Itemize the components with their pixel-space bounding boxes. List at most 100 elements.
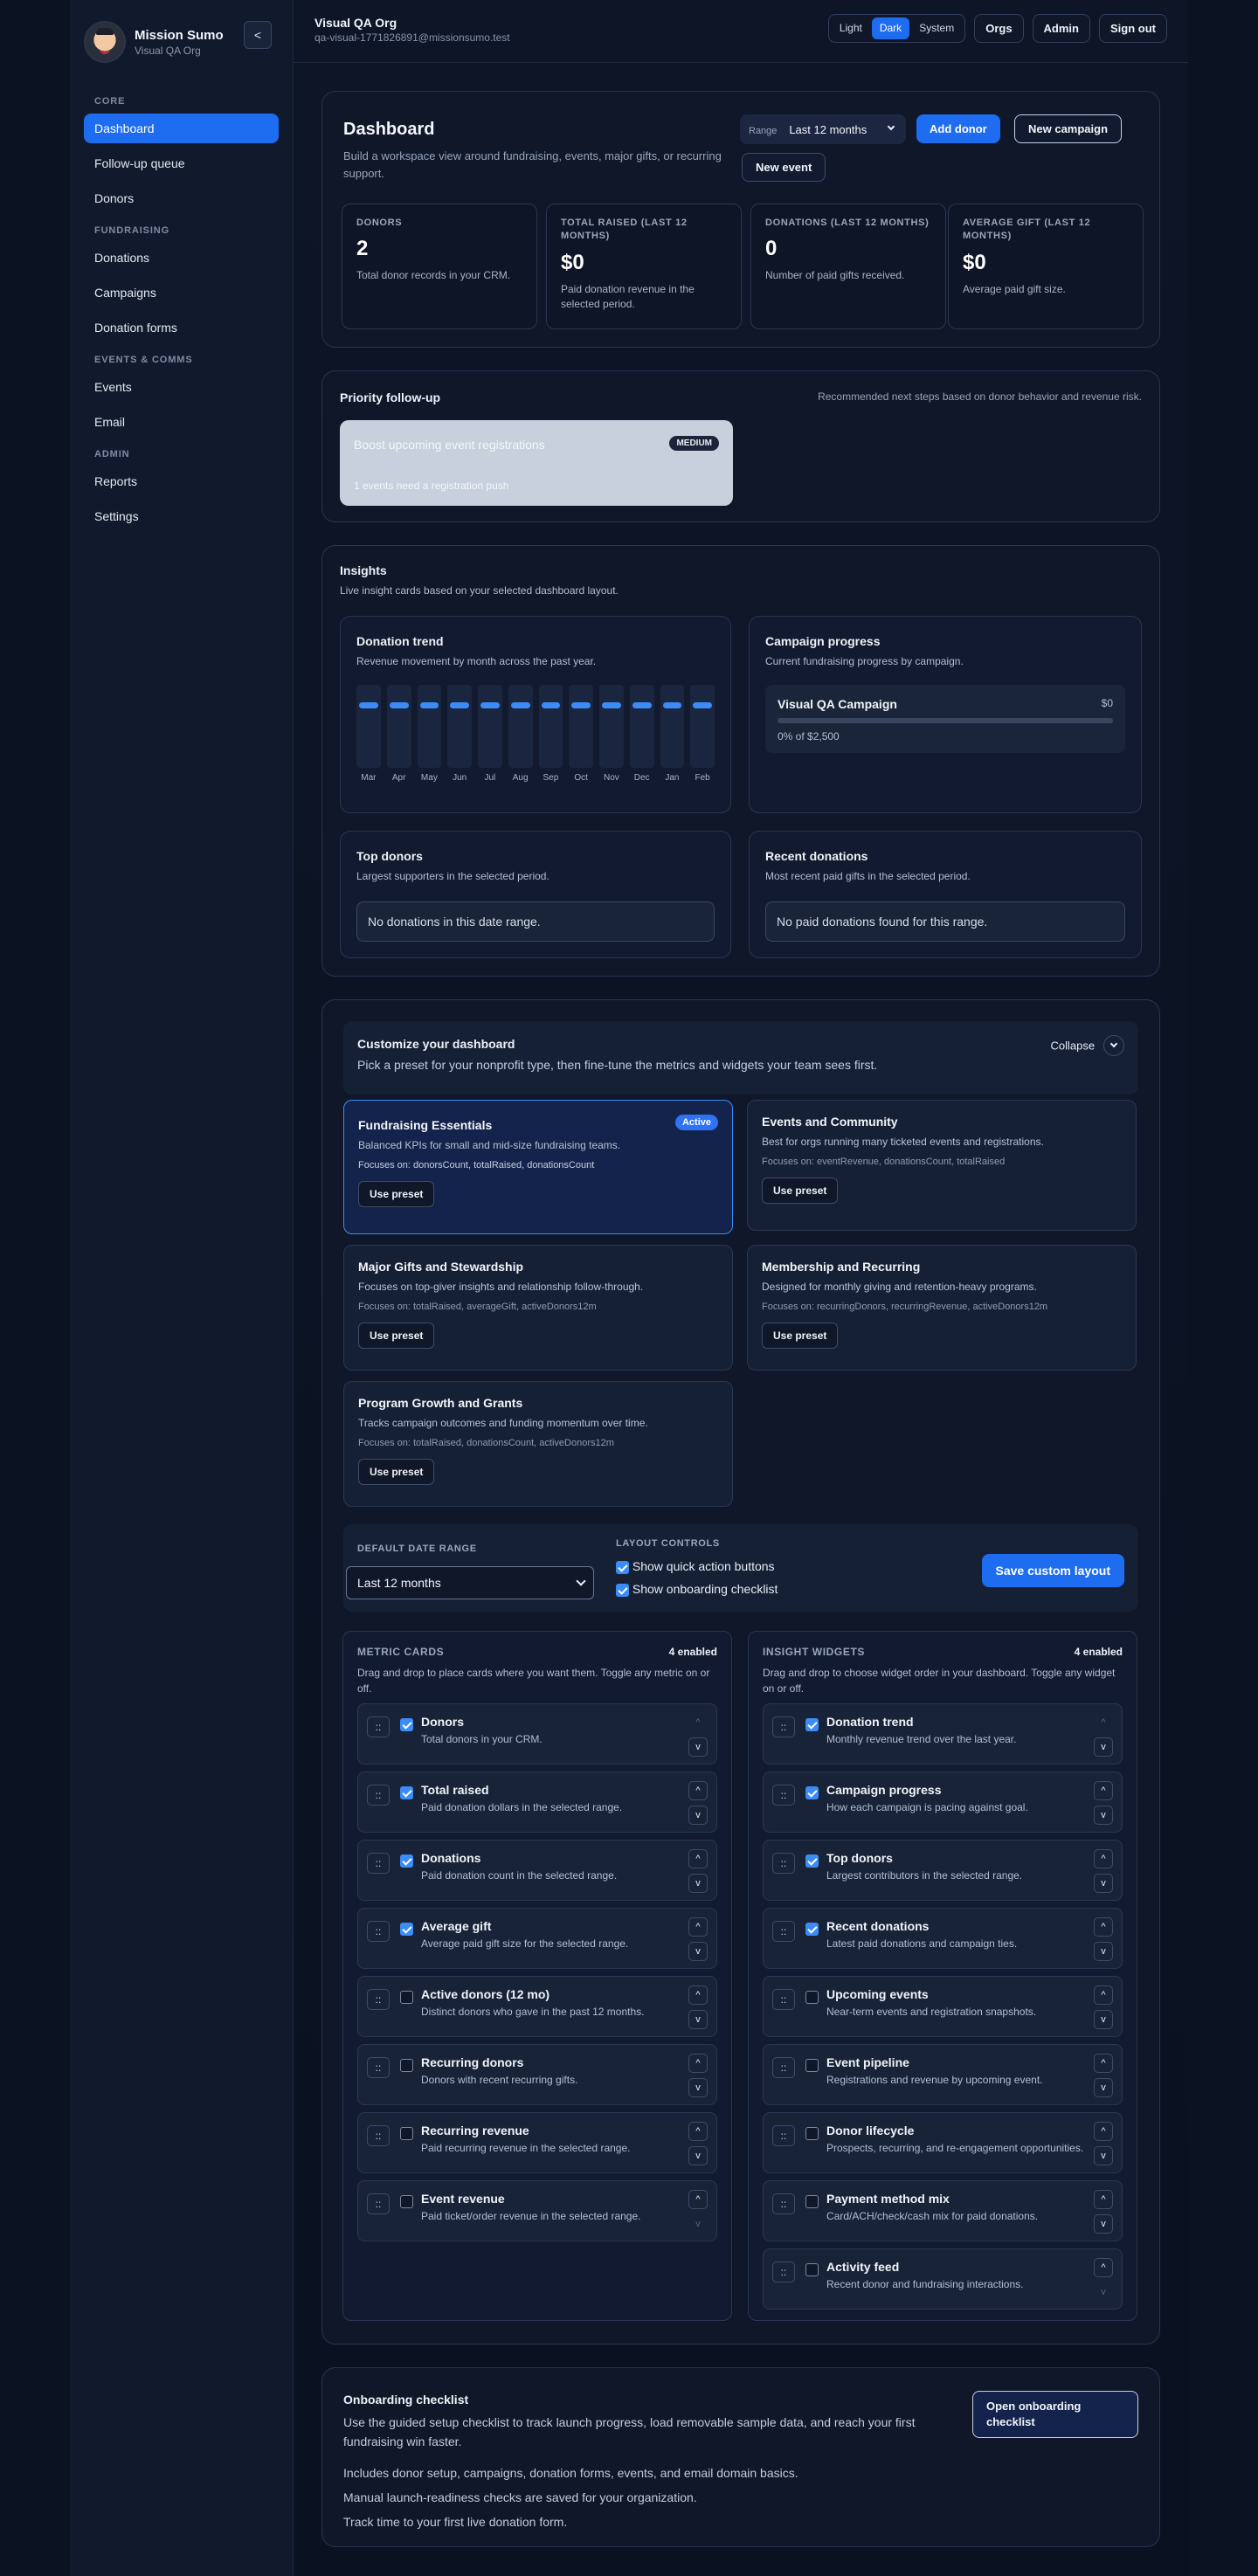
checkbox-icon[interactable] [805, 2262, 819, 2276]
sidebar-item-events[interactable]: Events [84, 372, 279, 402]
metric-row[interactable]: :: Event revenue Paid ticket/order revenue… [357, 2180, 717, 2241]
sidebar-item-donors[interactable]: Donors [84, 183, 279, 213]
preset-fundraising-essentials[interactable]: Fundraising Essentials Active Balanced K… [343, 1100, 733, 1234]
chevron-up-icon[interactable]: ^ [688, 1713, 708, 1732]
checkbox-icon[interactable] [400, 1922, 413, 1936]
drag-handle-icon[interactable]: :: [367, 1716, 390, 1737]
preset-events-and-community[interactable]: Events and Community Best for orgs runni… [747, 1100, 1137, 1231]
widget-row[interactable]: :: Event pipeline Registrations and revenu… [763, 2044, 1123, 2105]
sidebar-item-reports[interactable]: Reports [84, 466, 279, 496]
campaign-row[interactable]: Visual QA Campaign $0 0% of $2,500 [765, 685, 1125, 753]
metric-row[interactable]: :: Average gift Average paid gift size for… [357, 1908, 717, 1969]
use-preset-button[interactable]: Use preset [358, 1459, 435, 1485]
drag-handle-icon[interactable]: :: [367, 1921, 390, 1942]
widget-row[interactable]: :: Donor lifecycle Prospects, recurring, a… [763, 2112, 1123, 2173]
checkbox-icon[interactable] [400, 1854, 413, 1868]
chevron-down-icon[interactable]: v [1094, 2010, 1113, 2029]
onboarding-option[interactable]: Show onboarding checklist [616, 1582, 778, 1597]
range-select[interactable]: Range Last 12 months [740, 114, 906, 144]
checkbox-icon[interactable] [805, 1717, 819, 1731]
admin-button[interactable]: Admin [1032, 14, 1090, 43]
chevron-up-icon[interactable]: ^ [1094, 2122, 1113, 2141]
drag-handle-icon[interactable]: :: [772, 2262, 795, 2282]
drag-handle-icon[interactable]: :: [772, 1785, 795, 1806]
chevron-down-icon[interactable]: v [688, 2078, 708, 2097]
sidebar-item-donation-forms[interactable]: Donation forms [84, 313, 279, 342]
default-date-range-select[interactable]: Last 12 months [346, 1566, 594, 1599]
preset-membership-recurring[interactable]: Membership and Recurring Designed for mo… [747, 1245, 1137, 1371]
chevron-up-icon[interactable]: ^ [688, 2190, 708, 2209]
chevron-up-icon[interactable]: ^ [1094, 1986, 1113, 2005]
checkbox-icon[interactable] [805, 2126, 819, 2140]
orgs-button[interactable]: Orgs [974, 14, 1024, 43]
chevron-down-icon[interactable]: v [1094, 2078, 1113, 2097]
sidebar-item-campaigns[interactable]: Campaigns [84, 278, 279, 307]
chevron-up-icon[interactable]: ^ [1094, 1781, 1113, 1800]
quick-actions-option[interactable]: Show quick action buttons [616, 1559, 775, 1574]
checkbox-icon[interactable] [400, 1785, 413, 1799]
use-preset-button[interactable]: Use preset [358, 1323, 435, 1349]
sidebar-item-settings[interactable]: Settings [84, 501, 279, 531]
widget-row[interactable]: :: Donation trend Monthly revenue trend ov… [763, 1703, 1123, 1765]
checkbox-icon[interactable] [616, 1583, 629, 1597]
chevron-down-icon[interactable]: v [688, 1942, 708, 1961]
chevron-down-icon[interactable]: v [1094, 1874, 1113, 1893]
drag-handle-icon[interactable]: :: [772, 1716, 795, 1737]
chevron-up-icon[interactable]: ^ [688, 1849, 708, 1868]
drag-handle-icon[interactable]: :: [367, 2057, 390, 2078]
sign-out-button[interactable]: Sign out [1099, 14, 1167, 43]
chevron-up-icon[interactable]: ^ [688, 2054, 708, 2073]
widget-row[interactable]: :: Top donors Largest contributors in the … [763, 1840, 1123, 1901]
chevron-down-icon[interactable]: v [688, 2010, 708, 2029]
chevron-down-icon[interactable]: v [1094, 1942, 1113, 1961]
new-event-button[interactable]: New event [742, 153, 826, 182]
sidebar-item-email[interactable]: Email [84, 407, 279, 437]
chevron-up-icon[interactable]: ^ [688, 2122, 708, 2141]
drag-handle-icon[interactable]: :: [367, 2193, 390, 2214]
chevron-down-icon[interactable]: v [1094, 2214, 1113, 2234]
preset-major-gifts[interactable]: Major Gifts and Stewardship Focuses on t… [343, 1245, 733, 1371]
checkbox-icon[interactable] [400, 1990, 413, 2004]
drag-handle-icon[interactable]: :: [367, 1989, 390, 2010]
checkbox-icon[interactable] [805, 2194, 819, 2208]
metric-row[interactable]: :: Total raised Paid donation dollars in t… [357, 1771, 717, 1833]
chevron-down-icon[interactable]: v [1094, 2146, 1113, 2165]
theme-dark-button[interactable]: Dark [871, 17, 910, 39]
metric-row[interactable]: :: Donations Paid donation count in the se… [357, 1840, 717, 1901]
widget-row[interactable]: :: Payment method mix Card/ACH/check/cash … [763, 2180, 1123, 2241]
checkbox-icon[interactable] [400, 2126, 413, 2140]
metric-row[interactable]: :: Recurring revenue Paid recurring revenu… [357, 2112, 717, 2173]
sidebar-item-dashboard[interactable]: Dashboard [84, 114, 279, 143]
sidebar-item-donations[interactable]: Donations [84, 243, 279, 273]
chevron-up-icon[interactable]: ^ [688, 1781, 708, 1800]
use-preset-button[interactable]: Use preset [358, 1181, 435, 1207]
drag-handle-icon[interactable]: :: [772, 2193, 795, 2214]
drag-handle-icon[interactable]: :: [367, 2125, 390, 2146]
widget-row[interactable]: :: Activity feed Recent donor and fundrais… [763, 2248, 1123, 2310]
priority-item[interactable]: Boost upcoming event registrations MEDIU… [340, 420, 733, 506]
use-preset-button[interactable]: Use preset [762, 1323, 839, 1349]
chevron-up-icon[interactable]: ^ [1094, 2054, 1113, 2073]
sidebar-item-follow-up-queue[interactable]: Follow-up queue [84, 148, 279, 178]
chevron-up-icon[interactable]: ^ [1094, 2258, 1113, 2277]
save-custom-layout-button[interactable]: Save custom layout [981, 1554, 1124, 1587]
chevron-up-icon[interactable]: ^ [1094, 2190, 1113, 2209]
chevron-down-icon[interactable]: v [688, 1806, 708, 1825]
chevron-up-icon[interactable]: ^ [1094, 1849, 1113, 1868]
checkbox-icon[interactable] [805, 1990, 819, 2004]
widget-row[interactable]: :: Campaign progress How each campaign is … [763, 1771, 1123, 1833]
drag-handle-icon[interactable]: :: [772, 1989, 795, 2010]
checkbox-icon[interactable] [616, 1560, 629, 1574]
drag-handle-icon[interactable]: :: [772, 2057, 795, 2078]
drag-handle-icon[interactable]: :: [367, 1785, 390, 1806]
checkbox-icon[interactable] [400, 2194, 413, 2208]
metric-row[interactable]: :: Active donors (12 mo) Distinct donors w… [357, 1976, 717, 2037]
chevron-down-icon[interactable]: v [1094, 2282, 1113, 2302]
widget-row[interactable]: :: Recent donations Latest paid donations … [763, 1908, 1123, 1969]
chevron-up-icon[interactable]: ^ [688, 1986, 708, 2005]
drag-handle-icon[interactable]: :: [367, 1853, 390, 1874]
metric-row[interactable]: :: Donors Total donors in your CRM. ^ v [357, 1703, 717, 1765]
chevron-down-icon[interactable]: v [1094, 1806, 1113, 1825]
checkbox-icon[interactable] [805, 1785, 819, 1799]
use-preset-button[interactable]: Use preset [762, 1178, 839, 1204]
